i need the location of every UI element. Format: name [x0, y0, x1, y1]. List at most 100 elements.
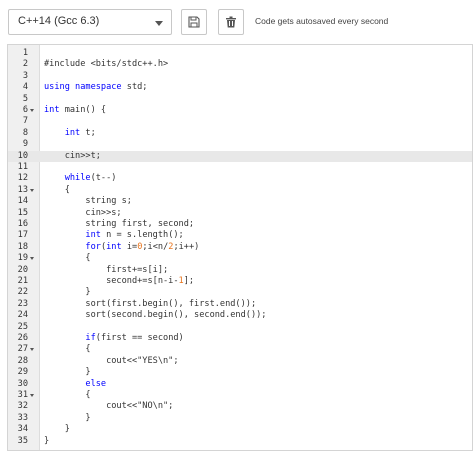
line-number: 18	[17, 241, 28, 252]
code-text: string first, second;	[44, 219, 195, 229]
line-number: 26	[17, 333, 28, 343]
line-number: 14	[17, 196, 28, 207]
code-line[interactable]: 20 first+=s[i];	[8, 265, 472, 276]
fold-arrow-icon[interactable]	[30, 394, 34, 397]
code-text: first+=s[i];	[44, 264, 169, 275]
code-line[interactable]: 17 int n = s.length();	[8, 230, 472, 241]
code-text: }	[44, 367, 91, 378]
code-line[interactable]: 19 {	[8, 253, 472, 264]
code-text: if(first == second)	[85, 333, 184, 343]
code-line[interactable]: 25	[8, 322, 472, 333]
code-line[interactable]: 28 cout<<"YES\n";	[8, 356, 472, 367]
code-line[interactable]: 6 int main() {	[8, 105, 472, 116]
line-number: 25	[17, 321, 28, 332]
line-number: 12	[17, 173, 28, 184]
trash-icon	[226, 16, 236, 28]
code-line[interactable]: 11	[8, 162, 472, 173]
code-line[interactable]: 10 cin>>t;	[8, 150, 472, 162]
line-number: 2	[22, 59, 28, 70]
code-line[interactable]: 12 while(t--)	[8, 173, 472, 184]
line-number: 33	[17, 412, 28, 423]
code-line[interactable]: 26 if(first == second)	[8, 333, 472, 344]
line-number: 19	[17, 253, 28, 264]
code-line[interactable]: 7	[8, 116, 472, 127]
code-text: #include <bits/stdc++.h>	[44, 59, 169, 70]
code-line[interactable]: 16 string first, second;	[8, 219, 472, 230]
line-number: 20	[17, 264, 28, 275]
code-line[interactable]: 34 }	[8, 424, 472, 435]
code-text: cin>>t;	[44, 150, 101, 161]
save-button[interactable]	[181, 9, 207, 35]
fold-arrow-icon[interactable]	[30, 348, 34, 352]
language-select-label: C++14 (Gcc 6.3)	[18, 15, 100, 27]
line-number: 6	[22, 105, 28, 115]
code-line[interactable]: 1	[8, 48, 472, 59]
code-text: else	[85, 378, 107, 389]
code-text: for(int i=0;i<n/2;i++)	[85, 241, 200, 252]
code-text: string s;	[44, 196, 132, 207]
line-number: 23	[17, 298, 28, 309]
code-text: using namespace std;	[44, 82, 148, 93]
code-text: cout<<"NO\n";	[44, 401, 174, 412]
code-line[interactable]: 13 {	[8, 185, 472, 196]
language-select[interactable]: C++14 (Gcc 6.3)	[8, 9, 172, 35]
fold-arrow-icon[interactable]	[30, 257, 34, 261]
fold-arrow-icon[interactable]	[30, 109, 34, 112]
code-line[interactable]: 32 cout<<"NO\n";	[8, 401, 472, 412]
line-number: 4	[22, 82, 28, 93]
line-number: 22	[17, 287, 28, 298]
code-line[interactable]: 35}	[8, 436, 472, 447]
code-line[interactable]: 24 sort(second.begin(), second.end());	[8, 310, 472, 321]
code-line[interactable]: 22 }	[8, 287, 472, 298]
line-number: 28	[17, 355, 28, 366]
code-text: int n = s.length();	[85, 230, 184, 241]
code-text: sort(first.begin(), first.end());	[44, 298, 257, 309]
line-number: 1	[22, 48, 28, 58]
code-line[interactable]: 14 string s;	[8, 196, 472, 207]
line-number: 10	[17, 150, 28, 161]
line-number: 7	[22, 116, 28, 127]
code-line[interactable]: 15 cin>>s;	[8, 208, 472, 219]
code-line[interactable]: 23 sort(first.begin(), first.end());	[8, 299, 472, 310]
code-text: {	[44, 344, 91, 355]
line-number: 31	[17, 390, 28, 400]
line-number: 3	[22, 70, 28, 81]
line-number: 27	[17, 344, 28, 355]
code-line[interactable]: 5	[8, 94, 472, 105]
code-line[interactable]: 30 else	[8, 379, 472, 390]
code-line[interactable]: 31 {	[8, 390, 472, 401]
code-line[interactable]: 18 for(int i=0;i<n/2;i++)	[8, 242, 472, 253]
delete-button[interactable]	[218, 9, 244, 35]
code-text: while(t--)	[64, 173, 117, 184]
code-line[interactable]: 33 }	[8, 413, 472, 424]
code-line[interactable]: 21 second+=s[n-i-1];	[8, 276, 472, 287]
code-text: {	[44, 184, 70, 195]
line-number: 17	[17, 230, 28, 241]
line-number: 21	[17, 276, 28, 286]
fold-arrow-icon[interactable]	[30, 188, 34, 192]
code-text: {	[44, 390, 91, 400]
code-line[interactable]: 8 int t;	[8, 128, 472, 139]
line-number: 30	[17, 378, 28, 389]
code-line[interactable]: 4 using namespace std;	[8, 82, 472, 93]
code-text: cin>>s;	[44, 207, 122, 218]
line-number: 5	[22, 93, 28, 104]
floppy-disk-icon	[188, 16, 200, 28]
line-number: 15	[17, 207, 28, 218]
line-number: 16	[17, 219, 28, 229]
code-line[interactable]: 3	[8, 71, 472, 82]
code-text: sort(second.begin(), second.end());	[44, 310, 267, 321]
code-text: }	[44, 412, 91, 423]
line-number: 8	[22, 127, 28, 138]
code-text: }	[44, 435, 50, 446]
code-line[interactable]: 9	[8, 139, 472, 150]
line-number: 9	[22, 139, 28, 150]
code-line[interactable]: 29 }	[8, 367, 472, 378]
code-line[interactable]: 2 #include <bits/stdc++.h>	[8, 59, 472, 70]
code-line[interactable]: 27 {	[8, 344, 472, 355]
code-text: {	[44, 253, 91, 264]
code-text: }	[44, 287, 91, 298]
code-editor[interactable]: 1 2 #include <bits/stdc++.h> 3 4 using namesp…	[7, 44, 473, 451]
autosave-note: Code gets autosaved every second	[255, 16, 389, 26]
code-text: second+=s[n-i-1];	[44, 276, 195, 286]
